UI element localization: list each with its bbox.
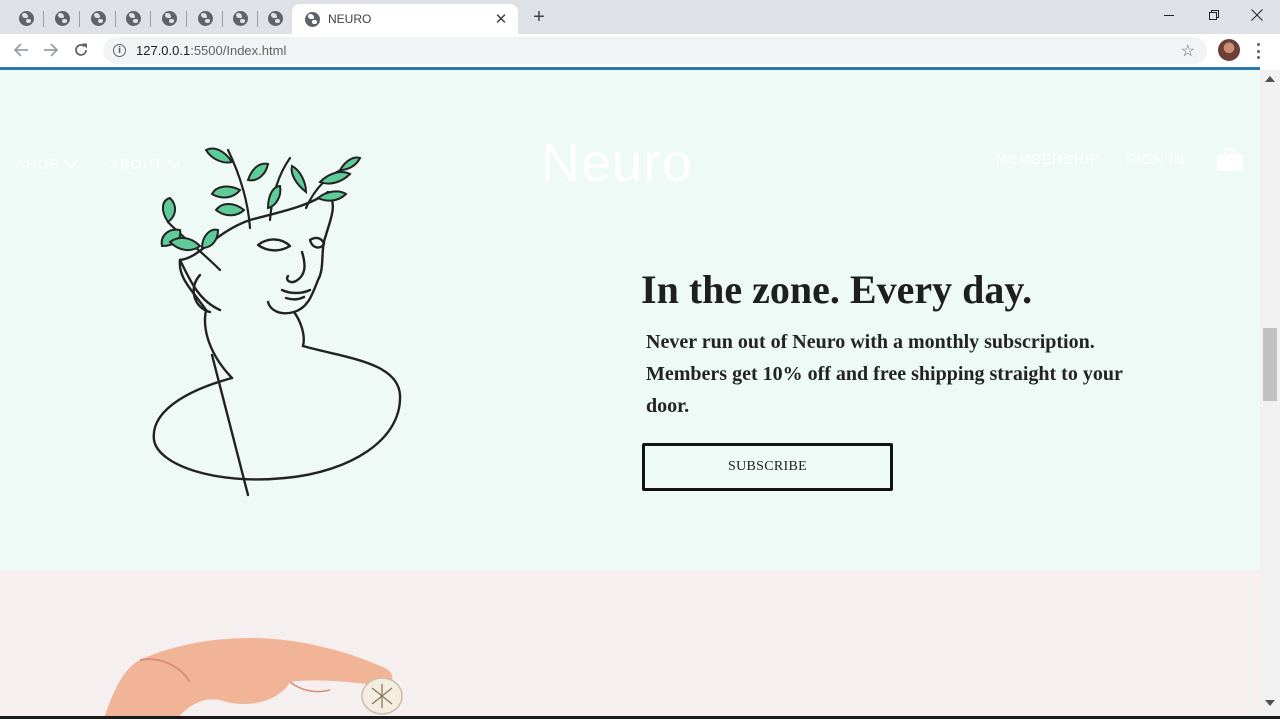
tab-inactive[interactable] [187, 4, 223, 32]
hand-holding-pill-image [103, 638, 403, 719]
page-scrollbar[interactable] [1260, 70, 1280, 719]
nav-shop-label: SHOP [16, 156, 60, 172]
bust-illustration [152, 147, 402, 497]
site-logo[interactable]: Neuro [541, 132, 693, 194]
chevron-down-icon [167, 160, 182, 169]
subscribe-button[interactable]: SUBSCRIBE [642, 443, 893, 491]
tab-active[interactable]: NEURO ✕ [292, 4, 518, 34]
back-arrow-icon [13, 43, 28, 57]
tab-inactive[interactable] [222, 4, 258, 32]
scroll-up-arrow-icon[interactable] [1265, 76, 1275, 82]
address-bar[interactable]: i 127.0.0.1:5500/Index.html ☆ [103, 37, 1207, 64]
reload-button[interactable] [69, 38, 93, 62]
scroll-thumb[interactable] [1263, 328, 1277, 401]
tab-inactive[interactable] [44, 4, 80, 32]
tab-inactive[interactable] [257, 4, 293, 32]
hero-subtext: Never run out of Neuro with a monthly su… [646, 331, 1123, 417]
minimize-button[interactable] [1146, 0, 1192, 30]
url-text: 127.0.0.1:5500/Index.html [136, 43, 286, 58]
nav-sign-in[interactable]: SIGN IN [1126, 151, 1185, 167]
close-window-button[interactable] [1234, 0, 1280, 30]
globe-icon [197, 10, 213, 26]
nav-shop[interactable]: SHOP [16, 156, 78, 172]
tab-inactive[interactable] [151, 4, 187, 32]
shopping-bag-icon[interactable] [1216, 148, 1244, 172]
tab-close-icon[interactable]: ✕ [490, 8, 512, 30]
globe-icon [161, 10, 177, 26]
close-icon [1251, 9, 1263, 21]
tab-inactive[interactable] [8, 4, 44, 32]
menu-dots-icon[interactable] [1252, 41, 1264, 61]
url-path: :5500/Index.html [190, 43, 287, 58]
globe-icon [54, 10, 70, 26]
globe-icon [305, 11, 320, 27]
globe-icon [18, 10, 34, 26]
restore-icon [1208, 9, 1219, 20]
chevron-down-icon [63, 160, 78, 169]
nav-about-label: ABOUT [110, 156, 164, 172]
hero-headline: In the zone. Every day. [641, 267, 1033, 312]
tab-strip: NEURO ✕ + [0, 0, 1280, 34]
hero-section: SHOP ABOUT Neuro MEMBERSHIP SIGN IN In t… [0, 70, 1260, 570]
globe-icon [232, 10, 248, 26]
forward-arrow-icon [44, 43, 59, 57]
nav-about[interactable]: ABOUT [110, 156, 182, 172]
url-host: 127.0.0.1 [136, 43, 191, 58]
product-section [0, 570, 1260, 719]
minimize-icon [1163, 14, 1174, 16]
scroll-down-arrow-icon[interactable] [1265, 700, 1275, 706]
globe-icon [90, 10, 106, 26]
avatar[interactable] [1218, 39, 1240, 61]
star-icon[interactable]: ☆ [1181, 41, 1195, 61]
tab-inactive[interactable] [80, 4, 116, 32]
tab-inactive[interactable] [115, 4, 151, 32]
globe-icon [125, 10, 141, 26]
nav-membership[interactable]: MEMBERSHIP [996, 151, 1100, 167]
page-viewport: SHOP ABOUT Neuro MEMBERSHIP SIGN IN In t… [0, 70, 1260, 719]
reload-icon [75, 43, 87, 56]
forward-button[interactable] [39, 38, 63, 62]
new-tab-button[interactable]: + [528, 6, 550, 28]
toolbar: i 127.0.0.1:5500/Index.html ☆ [0, 34, 1280, 67]
info-icon[interactable]: i [113, 44, 126, 57]
back-button[interactable] [9, 38, 33, 62]
globe-icon [267, 10, 283, 26]
restore-button[interactable] [1191, 0, 1237, 30]
tab-title: NEURO [328, 12, 372, 26]
